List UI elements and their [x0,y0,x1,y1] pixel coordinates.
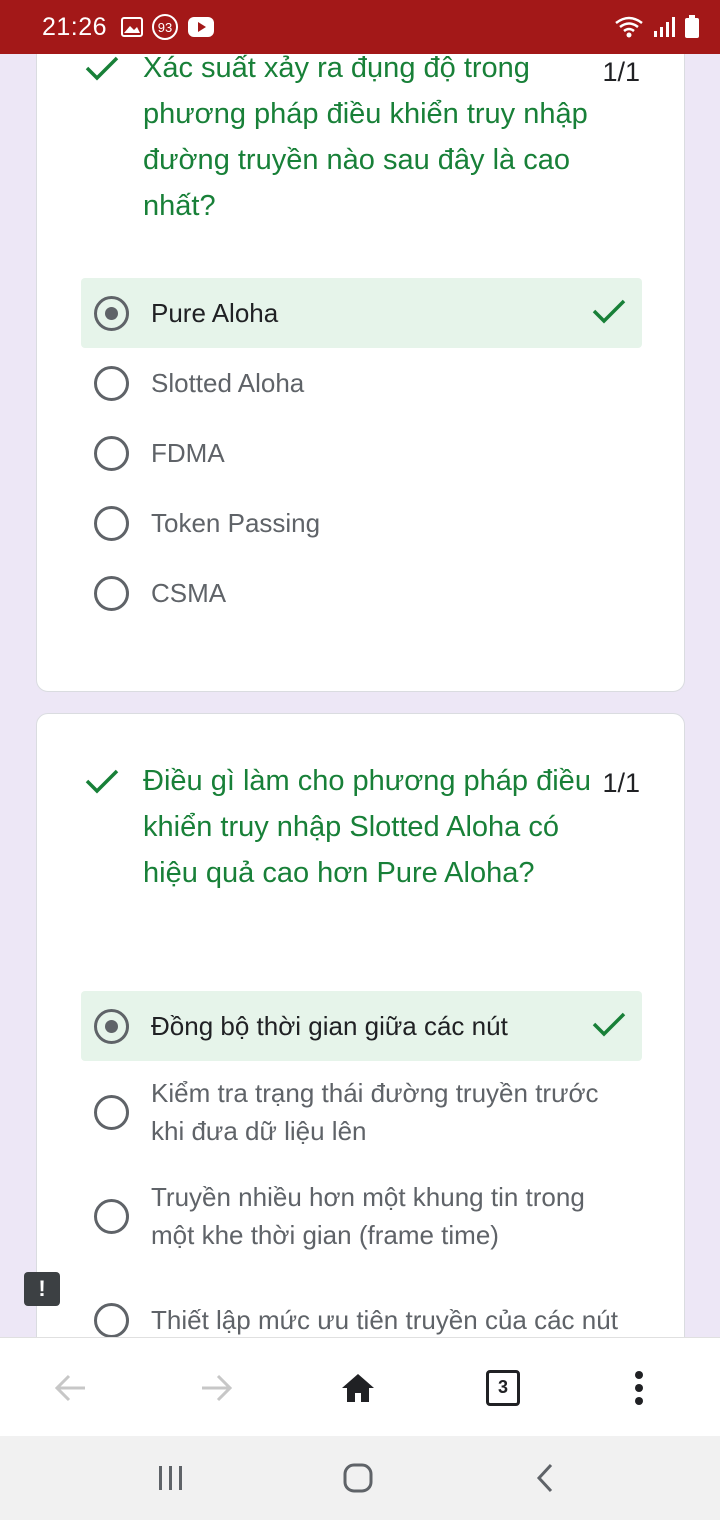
recent-apps-icon[interactable] [131,1436,211,1520]
option-label: Kiểm tra trạng thái đường truyền trước k… [151,1078,599,1146]
gallery-icon [121,17,144,37]
option-label: CSMA [151,578,227,608]
option-label: Pure Aloha [151,298,279,328]
forward-arrow-icon[interactable] [177,1338,257,1437]
answer-option[interactable]: Đồng bộ thời gian giữa các nút [81,991,642,1061]
browser-toolbar: 3 [0,1337,720,1436]
battery-icon [684,15,700,39]
wifi-icon [614,15,644,39]
correct-answer-check-icon [592,1011,626,1042]
question-text: Điều gì làm cho phương pháp điều khiển t… [143,765,591,889]
option-label: Token Passing [151,508,321,538]
question-score: 1/1 [602,768,640,798]
radio-icon[interactable] [94,365,129,401]
answer-option[interactable]: Truyền nhiều hơn một khung tin trong một… [81,1176,642,1256]
system-navigation-bar [0,1436,720,1520]
status-bar: 21:26 93 [0,0,720,54]
answer-option[interactable]: FDMA [81,418,642,488]
youtube-icon [187,16,215,38]
back-arrow-icon[interactable] [30,1338,110,1437]
option-label: Slotted Aloha [151,368,305,398]
radio-icon[interactable] [94,505,129,541]
signal-icon [652,16,676,38]
back-button-icon[interactable] [505,1436,585,1520]
radio-icon[interactable] [94,1094,129,1130]
option-label: Thiết lập mức ưu tiên truyền của các nút [151,1305,618,1335]
answer-option[interactable]: Slotted Aloha [81,348,642,418]
option-label: Đồng bộ thời gian giữa các nút [151,1011,508,1041]
question-card-1: Xác suất xảy ra đụng độ trong phương phá… [36,0,685,692]
notification-count-icon: 93 [151,13,179,41]
question-card-2: Điều gì làm cho phương pháp điều khiển t… [36,713,685,1413]
home-button-icon[interactable] [318,1436,398,1520]
radio-icon[interactable] [94,575,129,611]
option-label: Truyền nhiều hơn một khung tin trong một… [151,1182,585,1250]
status-time: 21:26 [42,12,108,41]
answer-option[interactable]: Token Passing [81,488,642,558]
question-correct-icon [85,768,119,799]
option-label: FDMA [151,438,225,468]
home-icon[interactable] [318,1338,398,1437]
notification-count: 93 [158,20,172,35]
answer-option[interactable]: CSMA [81,558,642,628]
radio-selected-icon[interactable] [94,295,129,331]
report-feedback-button[interactable]: ! [24,1272,60,1306]
answer-option[interactable]: Kiểm tra trạng thái đường truyền trước k… [81,1072,642,1152]
tab-count: 3 [486,1369,520,1406]
question-text: Xác suất xảy ra đụng độ trong phương phá… [143,52,588,222]
radio-selected-icon[interactable] [94,1008,129,1044]
correct-answer-check-icon [592,298,626,329]
radio-icon[interactable] [94,435,129,471]
more-options-icon[interactable] [599,1338,679,1437]
radio-icon[interactable] [94,1198,129,1234]
answer-option[interactable]: Pure Aloha [81,278,642,348]
question-correct-icon [85,55,119,86]
radio-icon[interactable] [94,1302,129,1338]
question-score: 1/1 [602,57,640,87]
tab-switcher-button[interactable]: 3 [463,1338,543,1437]
